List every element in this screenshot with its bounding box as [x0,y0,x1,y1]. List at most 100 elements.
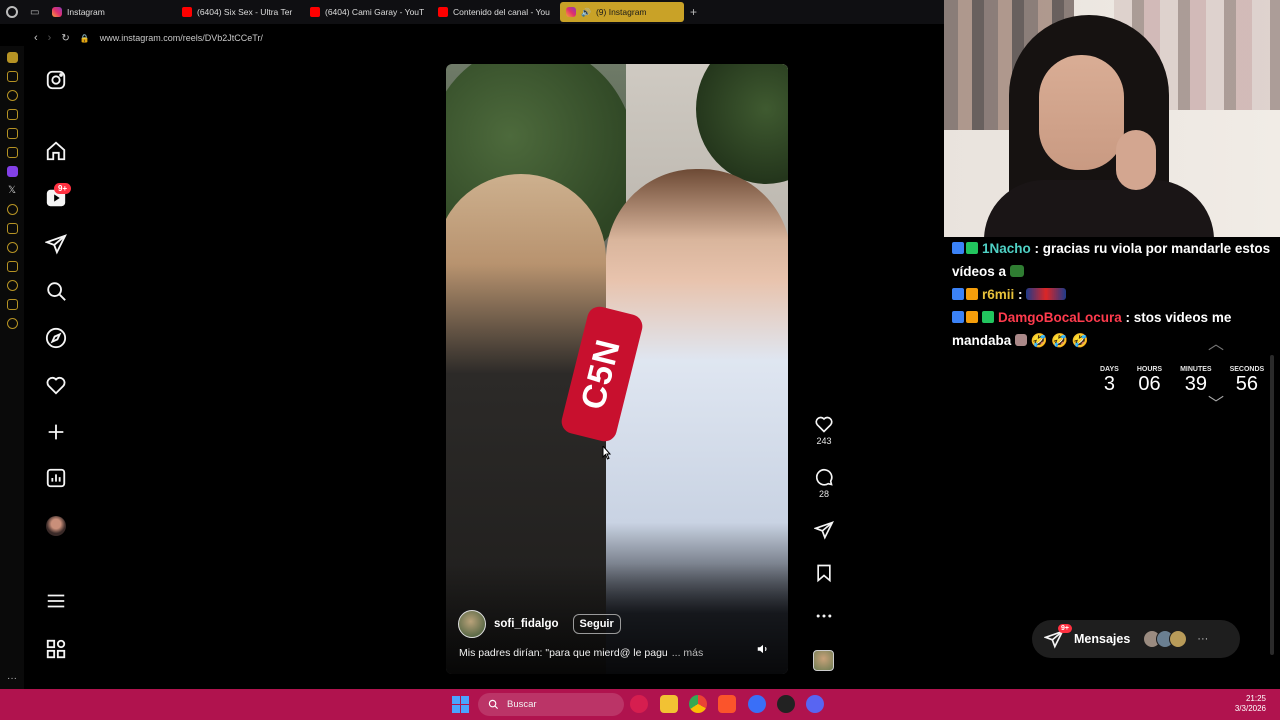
profile-avatar[interactable] [44,514,68,538]
gamepad-sidebar-icon[interactable] [6,71,18,82]
home-sidebar-icon[interactable] [6,52,18,63]
tab-label: (9) Instagram [595,7,647,17]
back-icon[interactable]: ‹ [34,32,38,44]
plus-icon[interactable] [44,420,68,444]
emote-icon [1015,334,1028,346]
forward-icon[interactable]: › [48,32,52,44]
windows-start-icon[interactable] [452,696,469,713]
tab-instagram-active[interactable]: 🔊 (9) Instagram [560,2,684,22]
like-button[interactable]: 243 [812,414,836,446]
messages-label: Mensajes [1074,632,1131,646]
emote-icon [1009,265,1024,277]
grid-icon[interactable] [44,637,68,661]
comment-button[interactable]: 28 [812,467,836,499]
scrollbar[interactable] [1269,240,1275,660]
badge-icon [952,242,964,254]
extensions-sidebar-icon[interactable] [6,299,18,310]
author-avatar[interactable] [458,610,486,638]
countdown-minutes: MINUTES 39 [1180,366,1212,396]
mail-sidebar-icon[interactable] [6,147,18,158]
compass-icon[interactable] [44,326,68,350]
messages-pill[interactable]: 9+ Mensajes ··· [1032,620,1240,658]
pin-sidebar-icon[interactable] [6,261,18,272]
tab-label: Contenido del canal - You [453,7,550,17]
send-icon[interactable] [44,232,68,256]
more-icon [816,614,832,618]
countdown-timer: DAYS 3 HOURS 06 MINUTES 39 SECONDS 56 [1100,366,1264,396]
reel-caption[interactable]: Mis padres dirían: "para que mierd@ le p… [459,647,703,659]
twitch-icon[interactable] [6,166,18,177]
app-icon[interactable] [748,695,766,713]
youtube-icon [438,7,448,17]
more-options-button[interactable] [812,606,836,626]
author-name[interactable]: sofi_fidalgo [494,618,559,630]
caption-text: Mis padres dirían: "para que mierd@ le p… [459,647,668,659]
stream-chat: 1Nacho : gracias ru viola por mandarle e… [944,237,1280,357]
chrome-icon[interactable] [689,695,707,713]
tab-youtube-1[interactable]: (6404) Six Sex - Ultra Ter [176,2,304,22]
like-count: 243 [816,436,832,446]
x-icon[interactable]: 𝕏 [7,185,18,196]
emote-icon [1026,288,1067,300]
chat-message: r6mii : [952,283,1272,306]
chevron-down-icon[interactable]: ﹀ [1208,390,1224,414]
new-tab-button[interactable]: + [690,5,697,19]
opera-gx-icon[interactable] [630,695,648,713]
chevron-up-icon[interactable]: ︿ [1208,330,1224,354]
reel-author: sofi_fidalgo Seguir [458,610,621,638]
chat-text: : [1018,287,1023,302]
messages-badge: 9+ [1058,624,1072,633]
tab-youtube-2[interactable]: (6404) Cami Garay - YouT [304,2,432,22]
opera-menu-icon[interactable] [0,0,24,24]
more-icon[interactable]: ··· [1197,633,1208,645]
save-button[interactable] [812,563,836,583]
badge-icon [966,242,978,254]
settings-sidebar-icon[interactable] [6,318,18,329]
reel-video[interactable]: C5N sofi_fidalgo Seguir Mis padres diría… [446,64,788,674]
follow-button[interactable]: Seguir [572,614,621,634]
tab-list-icon[interactable]: ▭ [24,2,46,22]
home-icon[interactable] [44,139,68,163]
obs-icon[interactable] [777,695,795,713]
tab-youtube-3[interactable]: Contenido del canal - You [432,2,560,22]
heart-sidebar-icon[interactable] [6,242,18,253]
lock-icon: 🔒 [79,33,90,43]
volume-icon[interactable] [756,642,770,656]
search-icon[interactable] [44,279,68,303]
discord-icon[interactable] [806,695,824,713]
instagram-sidebar [24,48,88,688]
menu-icon[interactable] [44,589,68,613]
audio-thumbnail[interactable] [813,650,834,671]
more-link[interactable]: ... más [672,647,704,659]
reload-icon[interactable]: ↻ [61,33,69,44]
history-sidebar-icon[interactable] [6,280,18,291]
player-sidebar-icon[interactable] [6,204,18,215]
send-icon [814,521,834,540]
heart-icon [815,416,833,433]
countdown-value: 06 [1138,373,1161,395]
brave-icon[interactable] [718,695,736,713]
youtube-icon [310,7,320,17]
countdown-value: 3 [1103,373,1115,395]
time: 21:25 [1245,694,1266,703]
tab-instagram[interactable]: Instagram [46,2,176,22]
avatar [46,516,66,536]
chat-message: 1Nacho : gracias ru viola por mandarle e… [952,237,1272,283]
apps-sidebar-icon[interactable] [6,223,18,234]
url-field[interactable]: www.instagram.com/reels/DVb2JtCCeTr/ [100,33,263,43]
crypto-sidebar-icon[interactable] [6,109,18,120]
share-button[interactable] [812,520,836,540]
wallet-sidebar-icon[interactable] [6,128,18,139]
streamer-webcam [944,0,1280,237]
taskbar-clock[interactable]: 21:25 3/3/2026 [1235,694,1266,714]
badge-icon [952,288,964,300]
heart-icon[interactable] [44,373,68,397]
badge-icon [966,288,978,300]
aria-sidebar-icon[interactable] [6,90,18,101]
chart-icon[interactable] [44,466,68,490]
taskbar-search[interactable]: Buscar [478,693,624,716]
instagram-logo-icon[interactable] [44,68,68,92]
countdown-label: MINUTES [1180,366,1212,373]
more-sidebar-icon[interactable]: ··· [7,673,17,684]
file-explorer-icon[interactable] [660,695,678,713]
